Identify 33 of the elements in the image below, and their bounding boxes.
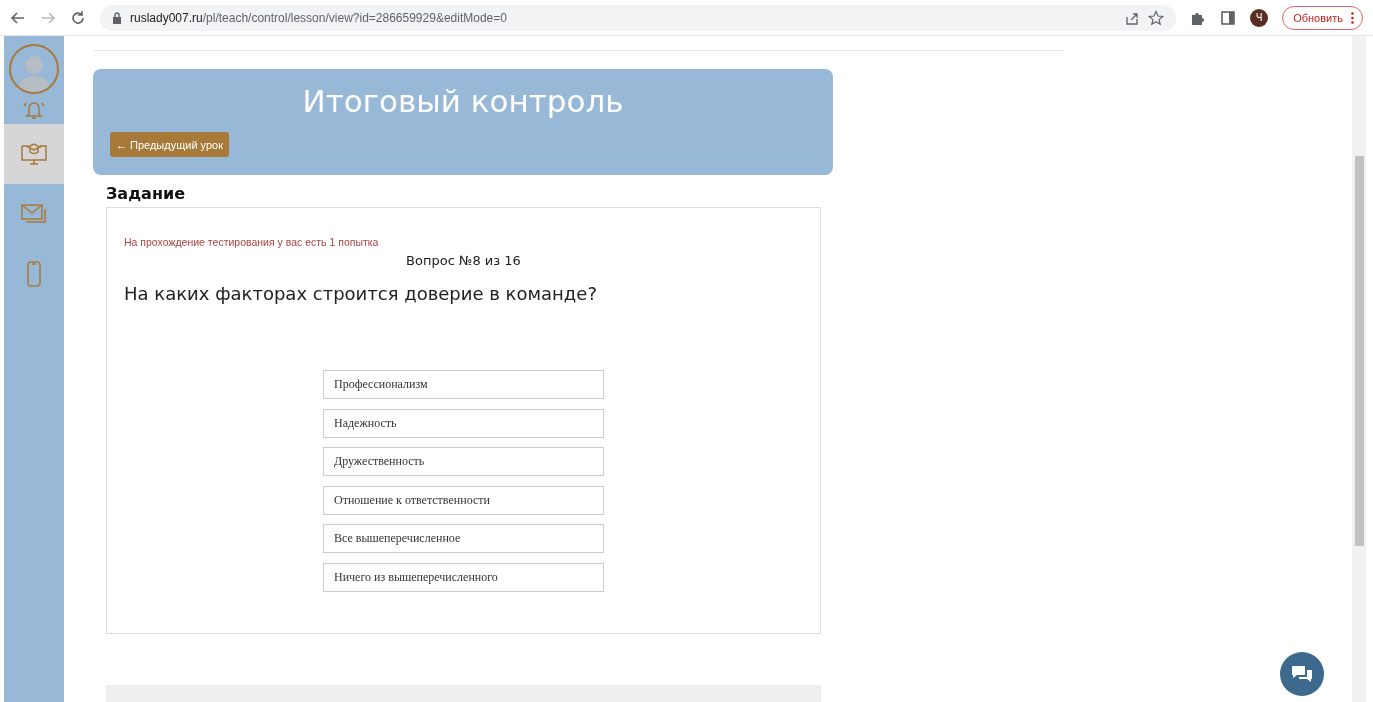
answer-option[interactable]: Все вышеперечисленное [323, 524, 604, 553]
answer-option[interactable]: Профессионализм [323, 370, 604, 399]
monitor-graduation-cap-icon [20, 140, 48, 168]
side-panel-icon[interactable] [1220, 9, 1237, 26]
update-button[interactable]: Обновить [1282, 5, 1363, 30]
user-avatar[interactable] [9, 44, 59, 94]
question-text: На каких факторах строится доверие в команде? [124, 283, 598, 304]
profile-avatar[interactable]: Ч [1250, 8, 1269, 27]
task-heading: Задание [106, 184, 186, 203]
scrollbar-thumb[interactable] [1354, 156, 1364, 546]
attempts-note: На прохождение тестирования у вас есть 1 попытка [124, 236, 380, 248]
answer-option[interactable]: Дружественность [323, 447, 604, 476]
back-icon[interactable] [10, 9, 26, 26]
forward-icon[interactable] [40, 9, 56, 26]
chat-button[interactable] [1280, 652, 1324, 696]
answer-option[interactable]: Ничего из вышеперечисленного [323, 562, 604, 592]
answer-option[interactable]: Надежность [323, 408, 604, 438]
scrollbar[interactable] [1352, 36, 1366, 702]
more-icon [1351, 11, 1354, 24]
address-bar[interactable]: ruslady007.ru/pl/teach/control/lesson/view?id=286659929&editMode=0 [100, 4, 1177, 31]
chat-bubbles-icon [1290, 664, 1314, 684]
answer-option[interactable]: Отношение к ответственности [323, 485, 604, 515]
sidebar-item[interactable] [4, 124, 64, 184]
reload-icon[interactable] [70, 9, 86, 26]
star-icon[interactable] [1148, 9, 1165, 26]
lock-icon [112, 11, 122, 24]
previous-lesson-button[interactable]: ← Предыдущий урок [110, 132, 230, 157]
smartphone-icon [26, 260, 42, 288]
url-host: ruslady007.ru [130, 10, 203, 25]
question-counter: Вопрос №8 из 16 [405, 253, 522, 268]
envelopes-icon [20, 202, 48, 226]
lesson-title: Итоговый контроль [301, 83, 625, 119]
url-path: /pl/teach/control/lesson/view?id=286659929&editMode=0 [202, 10, 507, 25]
